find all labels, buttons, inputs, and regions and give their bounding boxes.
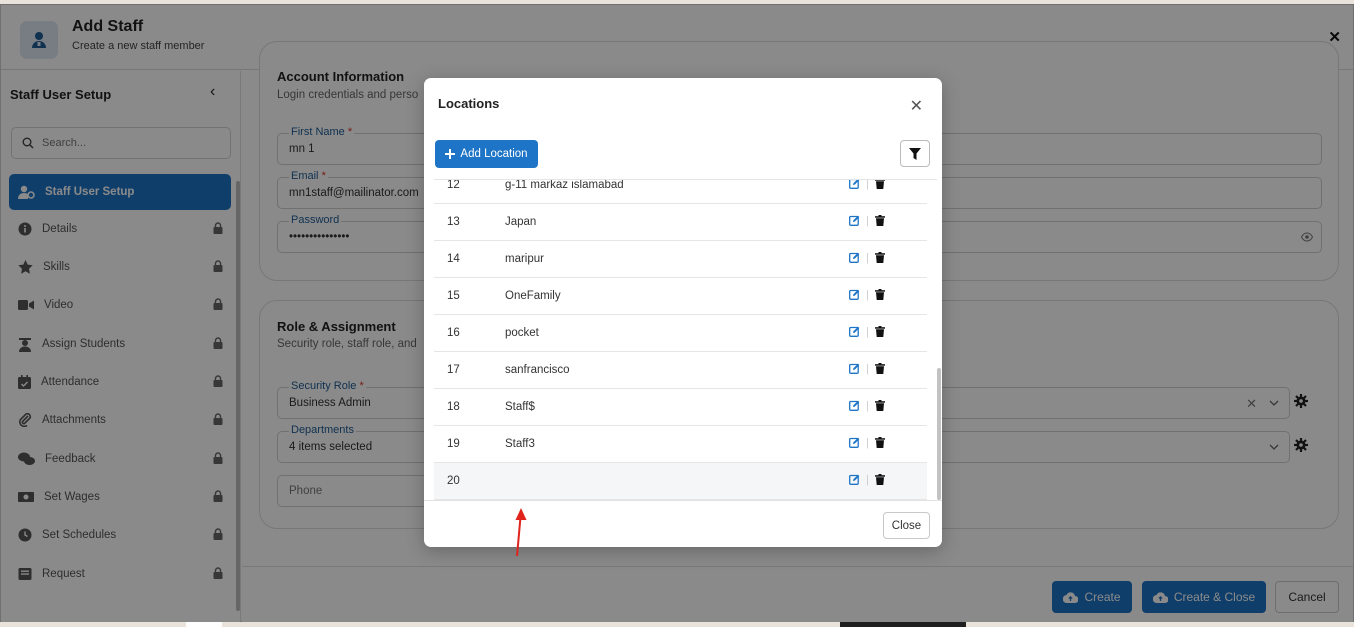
row-number: 19 [447,438,460,450]
taskbar-segment [840,622,966,627]
edit-icon[interactable] [849,215,860,226]
bottom-strip [0,622,1354,627]
table-row[interactable]: 12 g-11 markaz islamabad | [434,179,927,204]
divider: | [866,326,869,338]
divider: | [866,252,869,264]
table-row[interactable]: 14 maripur | [434,241,927,278]
row-number: 20 [447,475,460,487]
locations-modal: Locations ✕ Add Location 12 g-11 markaz … [424,78,942,547]
trash-icon[interactable] [875,437,885,448]
row-name: OneFamily [505,290,561,302]
taskbar-segment [186,622,222,627]
row-name: Staff$ [505,401,535,413]
divider: | [866,179,869,190]
edit-icon[interactable] [849,326,860,337]
trash-icon[interactable] [875,252,885,263]
row-name: g-11 markaz islamabad [505,179,624,191]
edit-icon[interactable] [849,289,860,300]
row-number: 18 [447,401,460,413]
row-name: sanfrancisco [505,364,570,376]
table-row[interactable]: 18 Staff$ | [434,389,927,426]
edit-icon[interactable] [849,252,860,263]
divider: | [866,289,869,301]
row-number: 13 [447,216,460,228]
modal-scrollbar[interactable] [937,368,941,500]
edit-icon[interactable] [849,400,860,411]
trash-icon[interactable] [875,474,885,485]
table-row[interactable]: 13 Japan | [434,204,927,241]
trash-icon[interactable] [875,179,885,189]
edit-icon[interactable] [849,179,860,189]
table-row[interactable]: 20 | [434,463,927,500]
edit-icon[interactable] [849,437,860,448]
add-location-button[interactable]: Add Location [435,140,538,168]
table-row[interactable]: 19 Staff3 | [434,426,927,463]
close-icon[interactable]: ✕ [910,96,923,116]
add-location-label: Add Location [460,148,528,160]
trash-icon[interactable] [875,215,885,226]
row-name: pocket [505,327,539,339]
annotation-arrow [515,508,527,557]
divider: | [866,400,869,412]
table-row[interactable]: 15 OneFamily | [434,278,927,315]
filter-icon [909,147,921,160]
trash-icon[interactable] [875,289,885,300]
locations-list: 12 g-11 markaz islamabad | 13 Japan | 14… [434,179,937,500]
row-name: Japan [505,216,537,228]
filter-button[interactable] [900,140,930,167]
divider: | [866,215,869,227]
divider: | [866,363,869,375]
edit-icon[interactable] [849,474,860,485]
modal-title: Locations [438,96,500,111]
row-number: 14 [447,253,460,265]
close-button[interactable]: Close [883,512,930,539]
row-number: 17 [447,364,460,376]
table-row[interactable]: 17 sanfrancisco | [434,352,927,389]
trash-icon[interactable] [875,363,885,374]
row-number: 12 [447,179,460,191]
divider: | [866,437,869,449]
row-number: 15 [447,290,460,302]
modal-footer: Close [424,500,942,547]
row-name: maripur [505,253,544,265]
trash-icon[interactable] [875,400,885,411]
edit-icon[interactable] [849,363,860,374]
row-name: Staff3 [505,438,535,450]
table-row[interactable]: 16 pocket | [434,315,927,352]
divider: | [866,474,869,486]
trash-icon[interactable] [875,326,885,337]
row-number: 16 [447,327,460,339]
plus-icon [445,149,456,159]
